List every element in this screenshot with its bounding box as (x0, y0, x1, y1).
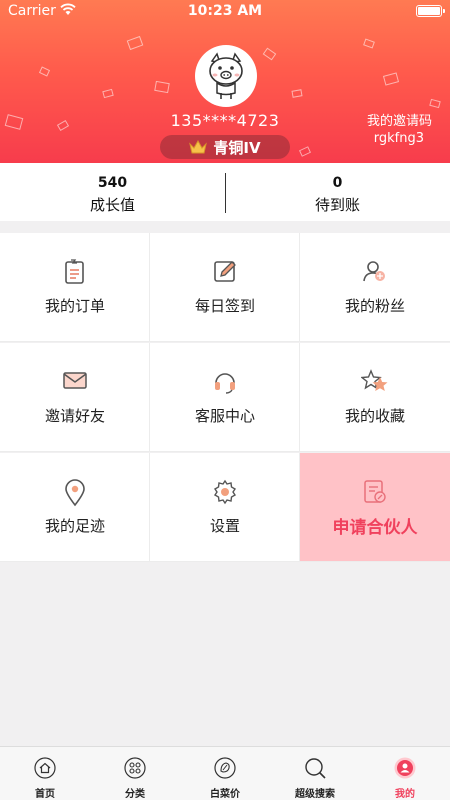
invite-code-value[interactable]: rgkfng3 (374, 131, 424, 146)
confetti-decoration (363, 38, 375, 49)
pig-avatar-icon (209, 52, 243, 99)
menu-item-label: 我的粉丝 (344, 297, 405, 315)
battery-icon (416, 5, 445, 17)
level-label: 青铜IV (213, 138, 261, 157)
stat-pending[interactable]: 0 待到账 (225, 163, 450, 221)
user-icon (394, 757, 416, 779)
stat-pending-value: 0 (332, 175, 343, 191)
crown-icon (189, 139, 208, 153)
category-icon (124, 757, 146, 779)
menu-item-checkin[interactable]: 每日签到 (150, 233, 300, 342)
fans-icon (363, 261, 385, 282)
confetti-decoration (154, 80, 170, 94)
menu-item-footprint[interactable]: 我的足迹 (0, 453, 150, 562)
gear-icon (214, 479, 236, 505)
menu-item-label: 客服中心 (194, 407, 255, 425)
tab-super-search[interactable]: 超级搜索 (270, 747, 360, 800)
menu-item-apply-partner[interactable]: 申请合伙人 (300, 453, 450, 562)
headset-icon (215, 373, 235, 394)
profile-header: Carrier 10:23 AM 135****4723 青铜IV 我的邀请码 … (0, 0, 450, 163)
tab-label: 分类 (125, 789, 145, 800)
menu-item-favorites[interactable]: 我的收藏 (300, 343, 450, 452)
star-icon (361, 369, 388, 391)
tab-mine[interactable]: 我的 (360, 747, 450, 800)
menu-item-label: 邀请好友 (44, 407, 105, 425)
home-icon (34, 757, 56, 779)
menu-item-fans[interactable]: 我的粉丝 (300, 233, 450, 342)
search-icon (305, 758, 326, 779)
tab-label: 白菜价 (210, 789, 240, 800)
cabbage-icon (214, 757, 236, 779)
menu-item-orders[interactable]: 我的订单 (0, 233, 150, 342)
apply-icon (364, 480, 386, 503)
tab-category[interactable]: 分类 (90, 747, 180, 800)
level-badge[interactable]: 青铜IV (160, 135, 290, 159)
envelope-icon (63, 372, 87, 389)
menu-item-service[interactable]: 客服中心 (150, 343, 300, 452)
menu-item-label: 我的订单 (44, 297, 105, 315)
confetti-decoration (38, 66, 51, 77)
tab-cabbage-price[interactable]: 白菜价 (180, 747, 270, 800)
menu-item-settings[interactable]: 设置 (150, 453, 300, 562)
confetti-decoration (429, 98, 441, 109)
tab-label: 我的 (395, 789, 415, 800)
tab-label: 首页 (35, 789, 55, 800)
tab-bar: 首页 分类 白菜价 超级搜索 我的 (0, 746, 450, 800)
stat-growth[interactable]: 540 成长值 (0, 163, 225, 221)
avatar[interactable] (195, 45, 257, 107)
status-time: 10:23 AM (187, 3, 263, 19)
profile-screen: Carrier 10:23 AM 135****4723 青铜IV 我的邀请码 … (0, 0, 450, 800)
tab-label: 超级搜索 (295, 789, 335, 800)
confetti-decoration (291, 89, 303, 98)
stat-growth-label: 成长值 (89, 196, 135, 214)
stats-bar: 540 成长值 0 待到账 (0, 163, 450, 221)
confetti-decoration (126, 35, 144, 51)
confetti-decoration (262, 47, 277, 61)
status-bar: Carrier 10:23 AM (0, 0, 450, 24)
order-icon (65, 259, 84, 284)
menu-item-label: 申请合伙人 (332, 518, 418, 538)
menu-item-label: 每日签到 (194, 297, 255, 315)
stat-pending-label: 待到账 (314, 196, 360, 214)
invite-code-label: 我的邀请码 (366, 114, 432, 129)
stat-growth-value: 540 (97, 175, 128, 191)
tab-home[interactable]: 首页 (0, 747, 90, 800)
menu-item-label: 我的收藏 (344, 407, 405, 425)
menu-item-invite[interactable]: 邀请好友 (0, 343, 150, 452)
menu-item-label: 设置 (209, 517, 240, 535)
location-icon (65, 479, 85, 507)
confetti-decoration (382, 72, 400, 86)
menu-item-label: 我的足迹 (44, 517, 105, 535)
checkin-icon (214, 261, 236, 282)
confetti-decoration (102, 88, 114, 99)
confetti-decoration (298, 146, 312, 157)
